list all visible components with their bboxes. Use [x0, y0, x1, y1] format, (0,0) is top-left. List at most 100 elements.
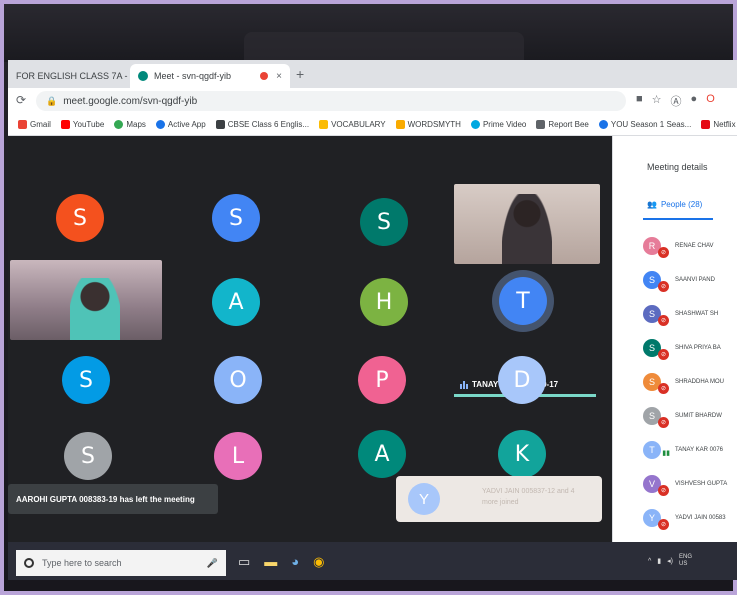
participant-row[interactable]: Y ⊘ YADVI JAIN 00583 — [643, 506, 726, 530]
lock-icon: 🔒 — [46, 95, 58, 106]
participant-row[interactable]: R ⊘ RENAE CHAV — [643, 234, 714, 258]
participant-avatar[interactable]: L — [214, 432, 262, 480]
tab-underline — [643, 218, 713, 220]
bookmark-gmail[interactable]: Gmail — [18, 120, 51, 129]
participant-avatar: S ⊘ — [643, 407, 669, 428]
participant-row[interactable]: S ⊘ SAANVI PAND — [643, 268, 715, 292]
netflix-icon — [701, 120, 711, 129]
participant-avatar[interactable]: A — [358, 430, 406, 478]
file-explorer-icon[interactable]: ▬ — [264, 554, 277, 570]
participant-avatar[interactable]: P — [358, 356, 406, 404]
meet-grid: S S S A H T TANAY KAR 007689-17 S O P D … — [8, 136, 612, 580]
active-app-icon — [155, 120, 165, 129]
participant-avatar[interactable]: O — [214, 356, 262, 404]
microphone-icon[interactable]: 🎤 — [207, 558, 218, 569]
participant-row[interactable]: T ▮▮ TANAY KAR 0076 — [643, 438, 723, 462]
audio-level-icon: ▮▮ — [662, 450, 670, 457]
close-icon[interactable]: × — [276, 71, 282, 82]
new-tab-button[interactable]: + — [296, 66, 304, 82]
url-input[interactable]: 🔒 meet.google.com/svn-qgdf-yib — [36, 91, 626, 111]
participant-avatar: Y ⊘ — [643, 509, 669, 530]
mic-off-icon: ⊘ — [658, 315, 669, 326]
participant-avatar[interactable]: T — [499, 277, 547, 325]
vocabulary-icon — [319, 120, 329, 129]
prime-video-icon — [470, 120, 480, 129]
participant-avatar[interactable]: S — [64, 432, 112, 480]
tab-people[interactable]: 👥 People (28) — [647, 200, 702, 209]
participant-avatar[interactable]: A — [212, 278, 260, 326]
bookmark-you-season[interactable]: YOU Season 1 Seas... — [598, 120, 691, 129]
participant-avatar[interactable]: K — [498, 430, 546, 478]
participant-avatar[interactable]: H — [360, 278, 408, 326]
camera-icon[interactable]: ■ — [636, 93, 643, 109]
bookmark-active-app[interactable]: Active App — [155, 120, 206, 129]
bookmark-vocabulary[interactable]: VOCABULARY — [319, 120, 386, 129]
reload-icon[interactable]: ⟳ — [16, 93, 26, 107]
bookmark-report-bee[interactable]: Report Bee — [536, 120, 589, 129]
bookmark-cbse[interactable]: CBSE Class 6 Englis... — [215, 120, 309, 129]
chevron-up-icon[interactable]: ^ — [648, 558, 651, 565]
participant-name: SAANVI PAND — [675, 277, 715, 283]
participant-avatar: S ⊘ — [643, 339, 669, 360]
participant-row[interactable]: S ⊘ SUMIT BHARDW — [643, 404, 722, 428]
bookmark-prime-video[interactable]: Prime Video — [470, 120, 526, 129]
participant-avatar: S ⊘ — [643, 271, 669, 292]
participant-avatar[interactable]: S — [62, 356, 110, 404]
mic-off-icon: ⊘ — [658, 349, 669, 360]
participant-avatar[interactable]: S — [212, 194, 260, 242]
participant-row[interactable]: S ⊘ SHRADDHA MOU — [643, 370, 724, 394]
report-bee-icon — [536, 120, 546, 129]
joined-notification: Y YADVI JAIN 005837-12 and 4 more joined — [396, 476, 602, 522]
left-meeting-notification: AAROHI GUPTA 008383-19 has left the meet… — [8, 484, 218, 514]
people-icon: 👥 — [647, 200, 657, 209]
language-indicator[interactable]: ENG US — [679, 554, 692, 568]
bookmark-maps[interactable]: Maps — [114, 120, 146, 129]
screen: FOR ENGLISH CLASS 7A - \ × Meet - svn-qg… — [8, 60, 737, 580]
tab-label: Meet - svn-qgdf-yib — [154, 71, 232, 81]
tab-english-class[interactable]: FOR ENGLISH CLASS 7A - \ × — [8, 64, 138, 88]
meeting-details-panel: Meeting details 👥 People (28) R ⊘ RENAE CH… — [612, 136, 737, 580]
participant-name: SHIVA PRIYA BA — [675, 345, 721, 351]
participant-avatar: S ⊘ — [643, 305, 669, 326]
participant-avatar[interactable]: S — [56, 194, 104, 242]
taskbar-search[interactable]: Type here to search 🎤 — [16, 550, 226, 576]
url-text: meet.google.com/svn-qgdf-yib — [63, 95, 198, 107]
participant-name: SUMIT BHARDW — [675, 413, 722, 419]
windows-taskbar: Type here to search 🎤 ▭ ▬ ◕ ◉ ^ ▮ ◂) ENG… — [8, 542, 737, 580]
bookmarks-bar: Gmail YouTube Maps Active App CBSE Class… — [8, 114, 737, 136]
system-tray: ^ ▮ ◂) ENG US — [648, 554, 692, 568]
extension-icon[interactable]: Ⓐ — [671, 93, 682, 109]
participant-avatar: T ▮▮ — [643, 441, 670, 459]
participant-video[interactable] — [454, 184, 600, 264]
opera-icon[interactable]: O — [706, 93, 715, 109]
chrome-icon[interactable]: ◉ — [313, 554, 324, 570]
bookmark-youtube[interactable]: YouTube — [60, 120, 104, 129]
task-view-icon[interactable]: ▭ — [238, 554, 250, 570]
address-bar: ⟳ 🔒 meet.google.com/svn-qgdf-yib ■ ☆ Ⓐ ●… — [8, 88, 737, 114]
network-icon[interactable]: ▮ — [657, 557, 661, 565]
participant-avatar: S ⊘ — [643, 373, 669, 394]
tab-meet[interactable]: Meet - svn-qgdf-yib × — [130, 64, 290, 88]
participant-avatar: V ⊘ — [643, 475, 669, 496]
mic-off-icon: ⊘ — [658, 383, 669, 394]
tab-label: FOR ENGLISH CLASS 7A - \ — [16, 71, 133, 81]
extension-icon[interactable]: ● — [691, 93, 698, 109]
participant-avatar[interactable]: S — [360, 198, 408, 246]
wordsmyth-icon — [395, 120, 405, 129]
mic-off-icon: ⊘ — [658, 247, 669, 258]
participant-avatar: R ⊘ — [643, 237, 669, 258]
participant-name: RENAE CHAV — [675, 243, 714, 249]
bookmark-netflix[interactable]: Netflix — [701, 120, 736, 129]
participant-video[interactable] — [10, 260, 162, 340]
volume-icon[interactable]: ◂) — [667, 557, 673, 565]
participant-avatar[interactable]: D — [498, 356, 546, 404]
star-icon[interactable]: ☆ — [652, 93, 662, 109]
tab-bar: FOR ENGLISH CLASS 7A - \ × Meet - svn-qg… — [8, 60, 737, 88]
bookmark-wordsmyth[interactable]: WORDSMYTH — [395, 120, 461, 129]
participant-row[interactable]: V ⊘ VISHVESH GUPTA — [643, 472, 727, 496]
participant-name: SHRADDHA MOU — [675, 379, 725, 385]
edge-icon[interactable]: ◕ — [291, 554, 299, 570]
participant-row[interactable]: S ⊘ SHASHWAT SH — [643, 302, 718, 326]
participant-row[interactable]: S ⊘ SHIVA PRIYA BA — [643, 336, 721, 360]
gmail-icon — [18, 120, 27, 129]
